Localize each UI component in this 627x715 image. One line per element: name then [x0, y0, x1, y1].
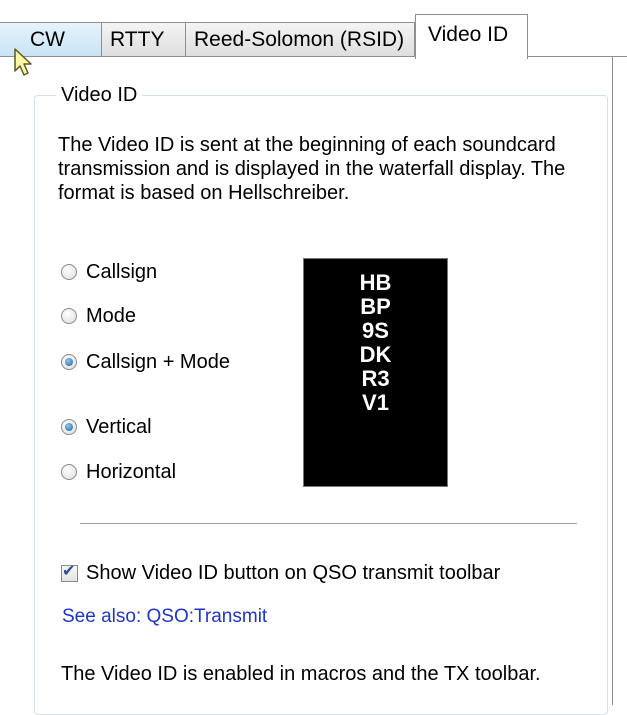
show-video-id-label: Show Video ID button on QSO transmit too… — [86, 561, 501, 584]
radio-horizontal-button[interactable] — [61, 464, 77, 480]
preview-line: R3 — [361, 366, 390, 391]
description-text: The Video ID is sent at the beginning of… — [58, 134, 566, 204]
tab-rtty[interactable]: RTTY — [101, 22, 186, 56]
tab-reed-solomon[interactable]: Reed-Solomon (RSID) — [185, 22, 415, 56]
show-video-id-checkbox[interactable]: ✔ — [61, 562, 78, 582]
show-video-id-button-option[interactable]: ✔ Show Video ID button on QSO transmit t… — [61, 560, 500, 586]
radio-vertical[interactable]: Vertical — [61, 414, 152, 440]
radio-callsign-mode[interactable]: Callsign + Mode — [61, 349, 230, 375]
preview-line: DK — [359, 342, 392, 367]
preview-line: V1 — [362, 390, 389, 415]
radio-horizontal[interactable]: Horizontal — [61, 459, 176, 485]
radio-callsign-button[interactable] — [61, 264, 77, 280]
tab-strip: CW RTTY Reed-Solomon (RSID) Video ID — [0, 0, 627, 59]
tab-video-id-label: Video ID — [428, 23, 509, 46]
radio-horizontal-label: Horizontal — [86, 460, 177, 483]
radio-mode-button[interactable] — [61, 308, 77, 324]
video-id-preview: HB BP 9S DK R3 V1 — [303, 258, 448, 487]
radio-callsign-mode-button[interactable] — [61, 354, 77, 370]
radio-callsign-mode-label: Callsign + Mode — [86, 350, 230, 373]
see-also-link[interactable]: See also: QSO:Transmit — [62, 605, 267, 629]
footer-note: The Video ID is enabled in macros and th… — [61, 663, 541, 685]
video-id-tab-panel: Video ID The Video ID is sent at the beg… — [0, 56, 627, 715]
mouse-pointer-icon — [14, 48, 32, 76]
radio-mode[interactable]: Mode — [61, 303, 136, 329]
preview-line: BP — [360, 294, 391, 319]
radio-mode-label: Mode — [86, 304, 137, 327]
tab-reed-solomon-label: Reed-Solomon (RSID) — [194, 28, 405, 51]
groupbox-title: Video ID — [56, 83, 143, 107]
radio-callsign-label: Callsign — [86, 260, 158, 283]
radio-callsign[interactable]: Callsign — [61, 259, 157, 285]
checkmark-icon: ✔ — [62, 562, 76, 580]
preview-line: HB — [359, 270, 392, 295]
panel-border — [612, 57, 613, 705]
preview-line: 9S — [362, 318, 389, 343]
radio-vertical-button[interactable] — [61, 419, 77, 435]
radio-vertical-label: Vertical — [86, 415, 152, 438]
separator — [80, 523, 577, 524]
tab-rtty-label: RTTY — [110, 28, 165, 51]
tab-video-id[interactable]: Video ID — [415, 14, 528, 59]
